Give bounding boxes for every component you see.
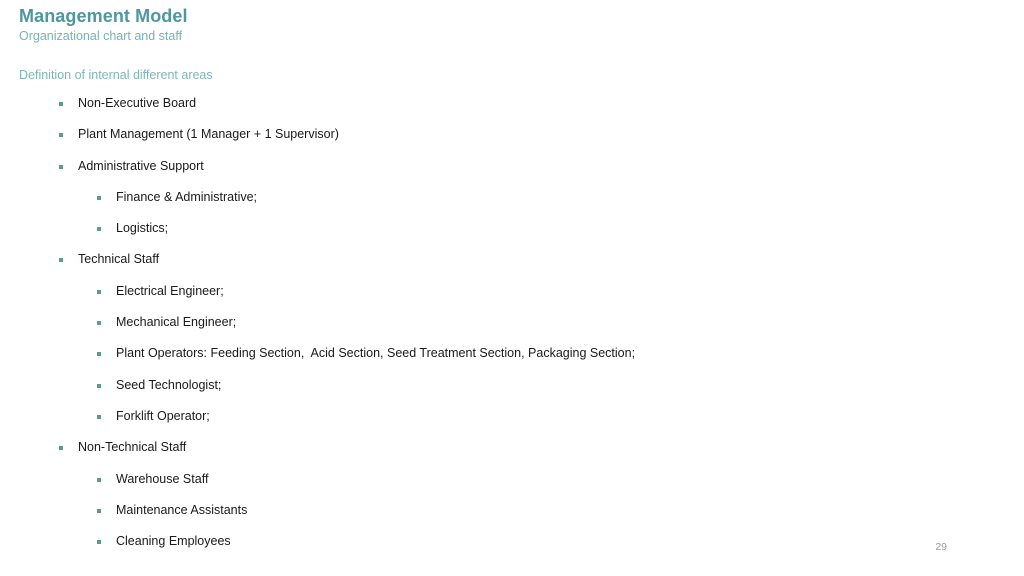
list-item: Electrical Engineer; bbox=[0, 284, 1024, 315]
list-item: Administrative Support bbox=[0, 159, 1024, 190]
page-number: 29 bbox=[935, 541, 947, 553]
bullet-square-icon bbox=[59, 164, 63, 169]
bullet-square-icon bbox=[97, 540, 101, 545]
bullet-list: Non-Executive Board Plant Management (1 M… bbox=[0, 96, 1024, 565]
list-item-label: Forklift Operator; bbox=[116, 408, 210, 423]
list-item: Non-Executive Board bbox=[0, 96, 1024, 127]
bullet-square-icon bbox=[97, 289, 101, 294]
bullet-square-icon bbox=[97, 508, 101, 513]
list-item-label: Non-Technical Staff bbox=[78, 440, 187, 455]
list-item-label: Maintenance Assistants bbox=[116, 502, 248, 517]
bullet-square-icon bbox=[97, 414, 101, 419]
bullet-square-icon bbox=[97, 195, 101, 200]
list-item-label: Logistics; bbox=[116, 221, 169, 236]
list-item: Mechanical Engineer; bbox=[0, 315, 1024, 346]
section-heading: Definition of internal different areas bbox=[19, 68, 213, 82]
bullet-square-icon bbox=[59, 102, 63, 106]
list-item: Finance & Administrative; bbox=[0, 190, 1024, 221]
list-item-label: Warehouse Staff bbox=[116, 471, 209, 486]
bullet-square-icon bbox=[97, 383, 101, 388]
bullet-square-icon bbox=[97, 321, 101, 326]
page-subtitle: Organizational chart and staff bbox=[19, 29, 183, 43]
list-item: Maintenance Assistants bbox=[0, 503, 1024, 534]
slide-canvas: Management Model Organizational chart an… bbox=[0, 0, 1024, 576]
list-item-label: Non-Executive Board bbox=[78, 96, 197, 110]
list-item: Cleaning Employees bbox=[0, 534, 1024, 565]
list-item: Non-Technical Staff bbox=[0, 440, 1024, 471]
list-item-label: Plant Management (1 Manager + 1 Supervis… bbox=[78, 127, 339, 142]
bullet-square-icon bbox=[97, 352, 101, 357]
list-item: Technical Staff bbox=[0, 252, 1024, 283]
list-item-label: Plant Operators: Feeding Section, Acid S… bbox=[116, 346, 636, 361]
list-item-label: Administrative Support bbox=[78, 158, 204, 173]
bullet-square-icon bbox=[59, 446, 63, 451]
bullet-square-icon bbox=[97, 477, 101, 482]
list-item-label: Seed Technologist; bbox=[116, 377, 222, 392]
list-item-label: Electrical Engineer; bbox=[116, 283, 224, 298]
list-item-label: Finance & Administrative; bbox=[116, 189, 258, 204]
title-block: Management Model Organizational chart an… bbox=[19, 5, 188, 44]
list-item: Plant Management (1 Manager + 1 Supervis… bbox=[0, 127, 1024, 158]
list-item: Logistics; bbox=[0, 221, 1024, 252]
bullet-square-icon bbox=[59, 133, 63, 138]
list-item-label: Cleaning Employees bbox=[116, 534, 231, 549]
bullet-square-icon bbox=[97, 227, 101, 232]
bullet-square-icon bbox=[59, 258, 63, 263]
list-item: Plant Operators: Feeding Section, Acid S… bbox=[0, 346, 1024, 377]
list-item-label: Technical Staff bbox=[78, 252, 160, 267]
list-item: Seed Technologist; bbox=[0, 378, 1024, 409]
list-item: Warehouse Staff bbox=[0, 472, 1024, 503]
list-item: Forklift Operator; bbox=[0, 409, 1024, 440]
page-title: Management Model bbox=[19, 6, 188, 26]
list-item-label: Mechanical Engineer; bbox=[116, 315, 237, 330]
